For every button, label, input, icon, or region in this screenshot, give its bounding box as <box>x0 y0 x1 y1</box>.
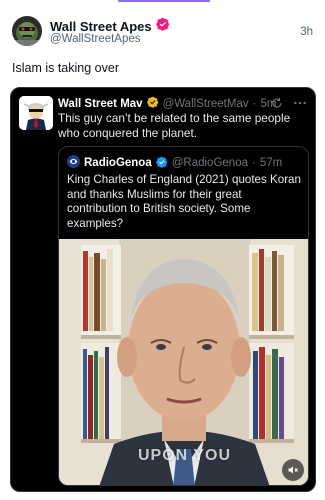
quote-text: This guy can’t be related to the same pe… <box>58 111 291 140</box>
verified-badge-icon <box>155 156 168 171</box>
verified-badge-icon <box>155 17 170 36</box>
author-handle[interactable]: @WallStreetApes <box>50 33 141 45</box>
nested-author-name[interactable]: RadioGenoa <box>84 157 152 169</box>
video-caption: UPON YOU <box>137 447 232 464</box>
quote-author-name[interactable]: Wall Street Mav <box>58 98 143 110</box>
nested-time[interactable]: 57m <box>260 157 282 169</box>
quoted-post-card[interactable]: Wall Street Mav @WallStreetMav · 5m This… <box>10 87 316 492</box>
separator-dot: · <box>251 157 256 169</box>
nested-quote-header: RadioGenoa @RadioGenoa · 57m <box>67 155 282 171</box>
verified-badge-icon <box>146 96 159 111</box>
post-time[interactable]: 3h <box>300 26 313 38</box>
nested-author-handle[interactable]: @RadioGenoa <box>172 157 248 169</box>
nested-avatar[interactable] <box>67 155 80 171</box>
avatar[interactable] <box>12 16 42 46</box>
tab-indicator <box>118 0 210 2</box>
speaker-mute-icon[interactable] <box>282 459 304 481</box>
separator-dot: · <box>252 97 257 110</box>
quote-avatar[interactable] <box>19 96 53 130</box>
quote-header: Wall Street Mav @WallStreetMav · 5m <box>58 96 276 111</box>
quote-author-handle[interactable]: @WallStreetMav <box>163 98 249 110</box>
author-name[interactable]: Wall Street Apes <box>50 19 152 34</box>
top-indicator <box>0 0 325 4</box>
post-text: Islam is taking over <box>12 61 119 75</box>
video-player[interactable]: UPON YOU <box>59 239 308 485</box>
nested-quote-card[interactable]: RadioGenoa @RadioGenoa · 57m King Charle… <box>58 146 309 486</box>
nested-quote-text: King Charles of England (2021) quotes Ko… <box>67 173 301 230</box>
